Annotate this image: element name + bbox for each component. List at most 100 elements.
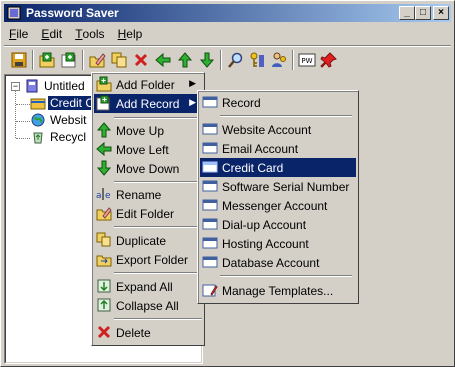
submenu-item-software-serial[interactable]: Software Serial Number (200, 177, 356, 196)
record-icon (202, 142, 218, 154)
menu-separator (114, 117, 202, 119)
database-icon (26, 79, 38, 93)
menu-file[interactable]: File (4, 25, 33, 43)
menu-item-move-up[interactable]: Move Up (94, 121, 202, 140)
menu-item-rename[interactable]: ae Rename (94, 185, 202, 204)
menu-item-label: Collapse All (116, 299, 179, 313)
toolbar-separator (82, 50, 84, 70)
pin-icon[interactable] (320, 51, 338, 69)
add-record-icon (96, 95, 110, 111)
menu-item-label: Move Left (116, 143, 169, 157)
menu-item-delete[interactable]: Delete (94, 323, 202, 342)
submenu-item-label: Email Account (222, 142, 299, 156)
menu-file-accel: F (9, 27, 17, 41)
menu-file-rest: ile (16, 27, 29, 41)
duplicate-icon (96, 232, 111, 247)
submenu-item-manage-templates[interactable]: Manage Templates... (200, 281, 356, 300)
submenu-item-dialup-account[interactable]: Dial-up Account (200, 215, 356, 234)
duplicate-icon[interactable] (110, 51, 128, 69)
menu-item-move-left[interactable]: Move Left (94, 140, 202, 159)
search-icon[interactable] (226, 51, 244, 69)
record-icon (202, 180, 218, 192)
menu-item-label: Delete (116, 326, 151, 340)
submenu-item-database-account[interactable]: Database Account (200, 253, 356, 272)
menu-separator (114, 272, 202, 274)
menu-separator (114, 318, 202, 320)
menu-edit-accel: E (41, 27, 50, 41)
minimize-button[interactable]: _ (399, 6, 415, 20)
submenu-item-record[interactable]: Record (200, 93, 356, 112)
menu-item-duplicate[interactable]: Duplicate (94, 231, 202, 250)
submenu-item-label: Messenger Account (222, 199, 328, 213)
record-icon (202, 199, 218, 211)
delete-icon[interactable] (132, 51, 150, 69)
menu-item-label: Edit Folder (116, 207, 175, 221)
menubar-divider (4, 45, 451, 47)
submenu-item-label: Hosting Account (222, 237, 309, 251)
menu-edit-rest: dit (49, 27, 63, 41)
pw-label: PW (301, 57, 312, 65)
menu-tools-accel: T (75, 27, 83, 41)
menu-help-rest: elp (126, 27, 143, 41)
menu-item-move-down[interactable]: Move Down (94, 159, 202, 178)
edit-icon[interactable] (88, 51, 106, 69)
globe-icon (31, 113, 45, 127)
maximize-button[interactable]: □ (415, 6, 431, 20)
app-window: Password Saver _ □ × File Edit Tools Hel… (0, 0, 455, 367)
arrow-left-icon (96, 141, 112, 157)
add-folder-icon[interactable] (38, 51, 56, 69)
submenu-item-email-account[interactable]: Email Account (200, 139, 356, 158)
record-icon (202, 123, 218, 135)
collapse-toggle-icon[interactable]: − (11, 82, 20, 91)
svg-text:a: a (96, 191, 102, 201)
menu-item-add-record[interactable]: Add Record ▶ (94, 94, 202, 113)
menu-item-collapse-all[interactable]: Collapse All (94, 296, 202, 315)
rename-icon: ae (96, 188, 111, 201)
toolbar-separator (220, 50, 222, 70)
toolbar: PW (6, 49, 451, 71)
menu-item-label: Add Folder (116, 78, 175, 92)
key-icon[interactable] (248, 51, 266, 69)
add-record-icon[interactable] (60, 51, 78, 69)
users-icon[interactable] (270, 51, 288, 69)
menu-tools[interactable]: Tools (70, 25, 109, 43)
menu-item-label: Export Folder (116, 253, 189, 267)
menu-item-add-folder[interactable]: Add Folder ▶ (94, 75, 202, 94)
collapse-icon (97, 298, 111, 312)
menu-help[interactable]: Help (113, 25, 148, 43)
submenu-item-label: Record (222, 96, 261, 110)
tree-item-label: Credit C (48, 96, 97, 110)
app-icon (7, 6, 21, 20)
tree-line (16, 138, 30, 139)
manage-templates-icon (202, 284, 218, 297)
move-left-icon[interactable] (154, 51, 172, 69)
tree-item-label: Websit (50, 113, 87, 127)
pw-icon[interactable]: PW (298, 51, 316, 69)
move-up-icon[interactable] (176, 51, 194, 69)
add-record-submenu: Record Website Account Email Account Cre… (197, 90, 359, 304)
save-icon[interactable] (10, 51, 28, 69)
submenu-item-label: Credit Card (222, 161, 284, 175)
record-icon (202, 218, 218, 230)
title-bar[interactable]: Password Saver _ □ × (4, 4, 451, 22)
menu-bar: File Edit Tools Help (4, 25, 451, 44)
tree-line (16, 121, 30, 122)
expand-icon (97, 279, 111, 293)
menu-help-accel: H (117, 27, 127, 41)
menu-tools-rest: ools (82, 27, 105, 41)
submenu-item-credit-card[interactable]: Credit Card (200, 158, 356, 177)
submenu-item-hosting-account[interactable]: Hosting Account (200, 234, 356, 253)
toolbar-separator (32, 50, 34, 70)
delete-icon (97, 325, 111, 339)
close-button[interactable]: × (433, 6, 449, 20)
move-down-icon[interactable] (198, 51, 216, 69)
menu-item-edit-folder[interactable]: Edit Folder (94, 204, 202, 223)
submenu-item-messenger-account[interactable]: Messenger Account (200, 196, 356, 215)
menu-item-export-folder[interactable]: Export Folder (94, 250, 202, 269)
submenu-item-website-account[interactable]: Website Account (200, 120, 356, 139)
menu-edit[interactable]: Edit (36, 25, 67, 43)
svg-text:e: e (105, 191, 111, 201)
menu-item-label: Rename (116, 188, 162, 202)
menu-item-expand-all[interactable]: Expand All (94, 277, 202, 296)
add-folder-icon (96, 76, 112, 92)
